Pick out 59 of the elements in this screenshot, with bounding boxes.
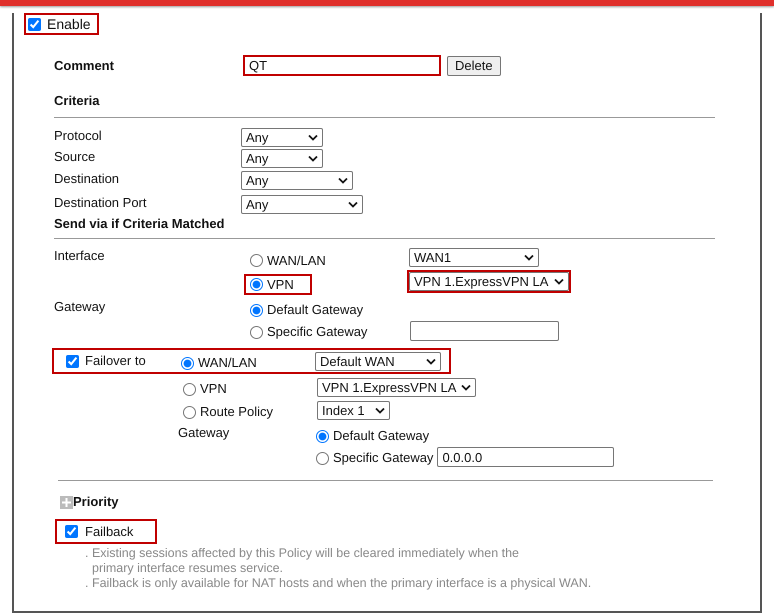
- radio-button[interactable]: [250, 278, 263, 291]
- radio-label: Route Policy: [200, 404, 273, 420]
- dropdown[interactable]: Default WAN: [315, 352, 441, 370]
- comment-field[interactable]: QT: [243, 55, 441, 76]
- checkbox[interactable]: [65, 525, 78, 538]
- chevron-down-icon: [461, 384, 471, 391]
- radio-label: Specific Gateway: [267, 324, 368, 340]
- radio-button[interactable]: [183, 382, 196, 396]
- dropdown[interactable]: VPN 1.ExpressVPN LA: [317, 378, 476, 397]
- dropdown[interactable]: VPN 1.ExpressVPN LA: [409, 272, 569, 291]
- chevron-down-icon: [426, 358, 436, 364]
- radio-label: VPN: [267, 276, 294, 292]
- radio-button[interactable]: [250, 304, 263, 316]
- chevron-down-icon: [375, 407, 385, 414]
- field-label: Destination: [54, 171, 120, 187]
- note-text: . Existing sessions affected by this Policy will be cleared immediately when the primary interface resumes service.: [85, 546, 520, 576]
- field-label: Destination Port: [54, 195, 148, 211]
- input-field[interactable]: [410, 321, 559, 341]
- section-title: Criteria: [54, 93, 100, 109]
- dropdown[interactable]: Any: [241, 128, 323, 147]
- note-text: . Failback is only available for NAT hosts and when the primary interface is a physical WAN.: [85, 576, 592, 591]
- field-label: Interface: [54, 248, 106, 264]
- field-label: Comment: [54, 58, 115, 74]
- dropdown[interactable]: Any: [241, 149, 323, 168]
- field-label: Protocol: [54, 128, 103, 144]
- chevron-down-icon: [524, 254, 534, 261]
- input-field[interactable]: 0.0.0.0: [437, 447, 614, 467]
- chevron-down-icon: [308, 134, 318, 141]
- chevron-down-icon: [338, 177, 348, 184]
- chevron-down-icon: [348, 201, 358, 208]
- checkbox[interactable]: [28, 18, 41, 30]
- radio-button[interactable]: [250, 326, 263, 338]
- section-title: Priority: [73, 494, 119, 510]
- radio-button[interactable]: [250, 254, 263, 267]
- chevron-down-icon: [308, 155, 318, 162]
- checkbox-label: Failover to: [85, 353, 146, 369]
- radio-label: Specific Gateway: [333, 450, 434, 466]
- dropdown[interactable]: Index 1: [317, 401, 390, 420]
- radio-button[interactable]: [316, 452, 329, 464]
- radio-button[interactable]: [183, 406, 196, 418]
- checkbox-label: Enable: [47, 16, 91, 32]
- delete-button[interactable]: Delete: [447, 56, 501, 76]
- checkbox[interactable]: [66, 354, 79, 368]
- dropdown[interactable]: WAN1: [409, 248, 539, 267]
- field-label: Source: [54, 149, 96, 165]
- field-label: Gateway: [178, 425, 230, 441]
- checkbox-label: Failback: [85, 524, 134, 540]
- radio-label: WAN/LAN: [267, 252, 326, 268]
- radio-label: Default Gateway: [267, 302, 364, 318]
- dropdown[interactable]: Any: [241, 195, 363, 214]
- radio-label: VPN: [200, 381, 227, 397]
- radio-button[interactable]: [181, 356, 194, 370]
- radio-label: WAN/LAN: [198, 355, 257, 371]
- section-title: Send via if Criteria Matched: [54, 216, 224, 232]
- radio-button[interactable]: [316, 430, 329, 442]
- dropdown[interactable]: Any: [241, 171, 353, 190]
- radio-label: Default Gateway: [333, 428, 430, 444]
- field-label: Gateway: [54, 299, 106, 315]
- chevron-down-icon: [554, 278, 564, 285]
